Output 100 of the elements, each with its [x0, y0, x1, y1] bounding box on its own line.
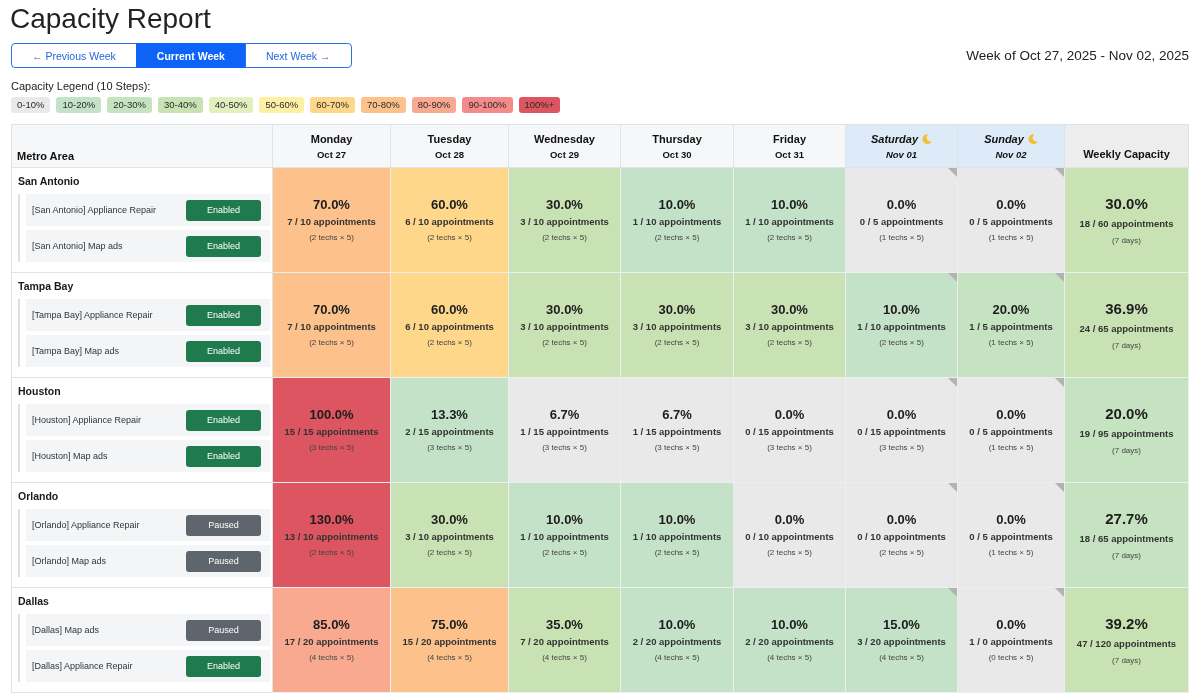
appointment-count: 2 / 15 appointments	[404, 425, 495, 438]
utilization-percent: 85.0%	[312, 617, 351, 633]
tech-capacity: (2 techs × 5)	[878, 337, 925, 348]
utilization-percent: 0.0%	[995, 407, 1027, 423]
corner-fold-icon	[1055, 168, 1064, 177]
appointment-count: 1 / 10 appointments	[631, 530, 723, 543]
weekly-percent: 20.0%	[1104, 404, 1149, 423]
utilization-percent: 0.0%	[885, 407, 918, 423]
tech-capacity: (4 techs × 5)	[541, 652, 588, 663]
appointment-count: 17 / 20 appointments	[283, 635, 380, 648]
legend-step: 60-70%	[310, 97, 355, 113]
tech-capacity: (1 techs × 5)	[987, 232, 1035, 243]
utilization-percent: 10.0%	[657, 197, 697, 213]
legend-step: 10-20%	[56, 97, 102, 113]
appointment-count: 0 / 5 appointments	[968, 530, 1054, 543]
tech-capacity: (2 techs × 5)	[541, 232, 588, 243]
campaign-name: [Houston] Appliance Repair	[32, 415, 142, 425]
legend-step: 70-80%	[360, 97, 406, 113]
tech-capacity: (2 techs × 5)	[766, 232, 813, 243]
legend-step: 50-60%	[259, 97, 305, 113]
tech-capacity: (2 techs × 5)	[766, 547, 813, 558]
appointment-count: 1 / 0 appointments	[968, 635, 1054, 648]
column-header: Weekly Capacity	[1064, 124, 1189, 168]
weekly-percent: 36.9%	[1104, 299, 1149, 318]
tech-capacity: (2 techs × 5)	[308, 337, 355, 348]
day-name: Saturday	[870, 132, 919, 147]
appointment-count: 7 / 10 appointments	[286, 320, 377, 333]
status-toggle-button[interactable]: Paused	[186, 550, 261, 572]
tech-capacity: (4 techs × 5)	[308, 652, 355, 663]
appointment-count: 0 / 5 appointments	[858, 215, 945, 228]
tech-capacity: (3 techs × 5)	[766, 442, 813, 453]
status-toggle-button[interactable]: Enabled	[186, 304, 261, 326]
week-nav-button[interactable]: Next Week →	[244, 43, 352, 68]
weekly-period: (7 days)	[1111, 549, 1142, 561]
appointment-count: 1 / 5 appointments	[968, 320, 1054, 333]
day-name: Wednesday	[534, 132, 595, 147]
status-toggle-button[interactable]: Enabled	[186, 340, 261, 362]
tech-capacity: (2 techs × 5)	[878, 547, 925, 558]
tech-capacity: (4 techs × 5)	[878, 652, 925, 663]
metro-name: Orlando	[18, 489, 60, 503]
campaign-name: [Dallas] Map ads	[32, 625, 100, 635]
utilization-percent: 0.0%	[773, 407, 806, 423]
campaign-name: [Orlando] Appliance Repair	[32, 520, 140, 530]
tech-capacity: (3 techs × 5)	[541, 442, 588, 453]
status-toggle-button[interactable]: Paused	[186, 514, 261, 536]
utilization-percent: 60.0%	[430, 302, 469, 318]
status-toggle-button[interactable]: Enabled	[186, 409, 261, 431]
appointment-count: 0 / 10 appointments	[744, 530, 835, 543]
utilization-percent: 100.0%	[308, 407, 355, 423]
status-toggle-button[interactable]: Enabled	[186, 235, 261, 257]
weekly-period: (7 days)	[1111, 444, 1142, 456]
day-name: Thursday	[652, 132, 702, 147]
utilization-percent: 60.0%	[430, 197, 469, 213]
tech-capacity: (2 techs × 5)	[308, 547, 355, 558]
metro-name: Houston	[18, 384, 62, 398]
metro-name: San Antonio	[18, 174, 81, 188]
legend-step: 90-100%	[462, 97, 513, 113]
tech-capacity: (4 techs × 5)	[426, 652, 473, 663]
weekly-appointment-count: 18 / 60 appointments	[1078, 216, 1175, 230]
utilization-percent: 10.0%	[770, 197, 809, 213]
column-header: Metro Area	[11, 124, 273, 168]
weekly-percent: 27.7%	[1104, 509, 1149, 528]
appointment-count: 13 / 10 appointments	[283, 530, 380, 543]
status-toggle-button[interactable]: Paused	[186, 619, 261, 641]
weekly-percent: 30.0%	[1104, 194, 1149, 213]
campaign-name: [Orlando] Map ads	[32, 556, 107, 566]
corner-fold-icon	[1055, 378, 1064, 387]
status-toggle-button[interactable]: Enabled	[186, 199, 261, 221]
page-title: Capacity Report	[10, 2, 212, 36]
appointment-count: 1 / 15 appointments	[519, 425, 610, 438]
appointment-count: 3 / 10 appointments	[631, 320, 723, 333]
weekly-percent: 39.2%	[1104, 614, 1149, 633]
legend-step: 30-40%	[157, 97, 203, 113]
tech-capacity: (2 techs × 5)	[426, 232, 473, 243]
appointment-count: 7 / 20 appointments	[519, 635, 610, 648]
utilization-percent: 10.0%	[770, 617, 809, 633]
tech-capacity: (1 techs × 5)	[987, 337, 1035, 348]
moon-icon	[1027, 134, 1038, 144]
utilization-percent: 0.0%	[995, 512, 1027, 528]
utilization-percent: 0.0%	[995, 197, 1027, 213]
appointment-count: 3 / 10 appointments	[744, 320, 835, 333]
week-nav-button[interactable]: Current Week	[135, 43, 246, 68]
legend-step: 0-10%	[11, 97, 51, 113]
week-nav-button[interactable]: ← Previous Week	[11, 43, 137, 68]
weekly-appointment-count: 18 / 65 appointments	[1078, 531, 1175, 545]
campaign-name: [Houston] Map ads	[32, 451, 108, 461]
appointment-count: 0 / 15 appointments	[744, 425, 835, 438]
status-toggle-button[interactable]: Enabled	[186, 445, 261, 467]
campaign-name: [Tampa Bay] Appliance Repair	[32, 310, 153, 320]
utilization-percent: 20.0%	[991, 302, 1031, 318]
tech-capacity: (2 techs × 5)	[541, 337, 588, 348]
day-date: Oct 27	[315, 148, 347, 162]
campaign-name: [Dallas] Appliance Repair	[32, 661, 133, 671]
appointment-count: 15 / 20 appointments	[401, 635, 498, 648]
tech-capacity: (1 techs × 5)	[878, 232, 925, 243]
weekly-period: (7 days)	[1111, 654, 1142, 666]
status-toggle-button[interactable]: Enabled	[186, 655, 261, 677]
week-range-label: Week of Oct 27, 2025 - Nov 02, 2025	[966, 48, 1189, 63]
tech-capacity: (3 techs × 5)	[878, 442, 925, 453]
day-date: Oct 29	[548, 148, 580, 162]
